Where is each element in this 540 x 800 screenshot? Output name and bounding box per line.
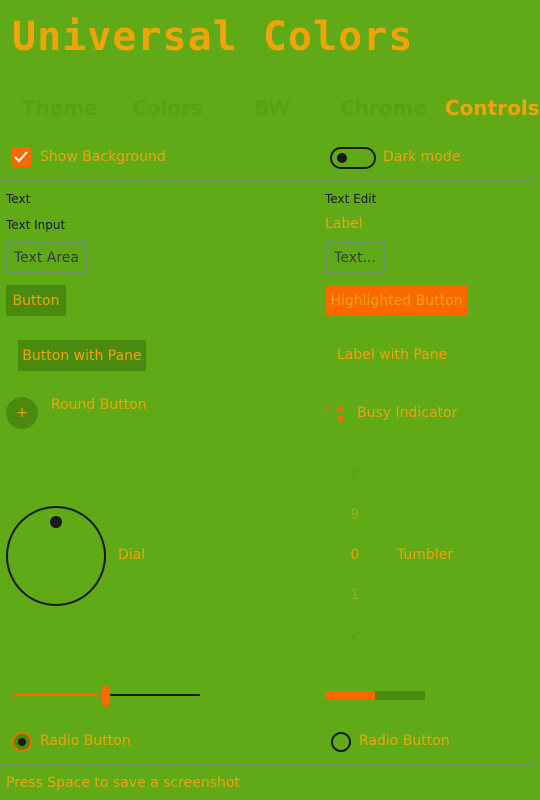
tumbler-item[interactable]: 2 — [345, 627, 365, 643]
text-area[interactable]: Text Area — [6, 242, 87, 274]
tab-theme[interactable]: Theme — [22, 96, 98, 120]
button[interactable]: Button — [6, 285, 66, 316]
button-with-pane[interactable]: Button with Pane — [18, 340, 146, 371]
tumbler-item[interactable]: 1 — [345, 587, 365, 603]
tab-colors[interactable]: Colors — [132, 96, 203, 120]
radio-button-right-label: Radio Button — [359, 733, 450, 749]
round-button-label: Round Button — [51, 397, 147, 413]
separator-bottom — [0, 764, 534, 766]
tab-controls[interactable]: Controls — [445, 96, 540, 120]
round-button[interactable]: + — [6, 397, 38, 429]
label-with-pane: Label with Pane — [337, 347, 448, 363]
tab-bw[interactable]: BW — [254, 96, 290, 120]
radio-dot — [18, 738, 26, 746]
label-text: Label — [325, 216, 363, 232]
dial[interactable] — [5, 505, 107, 607]
separator-top — [0, 179, 534, 181]
tumbler-item-selected[interactable]: 0 — [345, 547, 365, 563]
text-input[interactable]: Text Input — [6, 218, 65, 232]
text-label: Text — [6, 192, 31, 206]
busy-indicator-label: Busy Indicator — [357, 405, 458, 421]
dark-mode-switch[interactable] — [330, 147, 376, 169]
dial-label: Dial — [118, 547, 146, 563]
tumbler-label: Tumbler — [397, 547, 454, 563]
text-edit[interactable]: Text Edit — [325, 192, 376, 206]
show-background-checkbox[interactable] — [11, 147, 31, 167]
switch-knob — [337, 153, 347, 163]
slider-fill — [12, 694, 106, 696]
radio-button-right[interactable] — [331, 732, 351, 752]
tab-chrome[interactable]: Chrome — [340, 96, 427, 120]
show-background-label: Show Background — [40, 149, 166, 165]
tumbler-item[interactable]: 8 — [345, 467, 365, 483]
dark-mode-label: Dark mode — [383, 149, 461, 165]
text-field[interactable]: Text... — [325, 242, 385, 274]
busy-indicator-icon — [325, 406, 344, 422]
footer-hint: Press Space to save a screenshot — [6, 775, 240, 791]
radio-button-left[interactable] — [12, 732, 32, 752]
slider[interactable] — [12, 685, 200, 707]
progress-bar — [325, 691, 425, 700]
text-area-placeholder: Text Area — [14, 250, 79, 266]
radio-button-left-label: Radio Button — [40, 733, 131, 749]
tumbler-item[interactable]: 9 — [345, 507, 365, 523]
app-title: Universal Colors — [12, 14, 414, 60]
checkmark-icon — [14, 151, 28, 163]
text-field-placeholder: Text... — [334, 250, 376, 266]
progress-fill — [325, 691, 375, 700]
highlighted-button[interactable]: Highlighted Button — [325, 285, 468, 316]
slider-handle[interactable] — [102, 685, 110, 707]
